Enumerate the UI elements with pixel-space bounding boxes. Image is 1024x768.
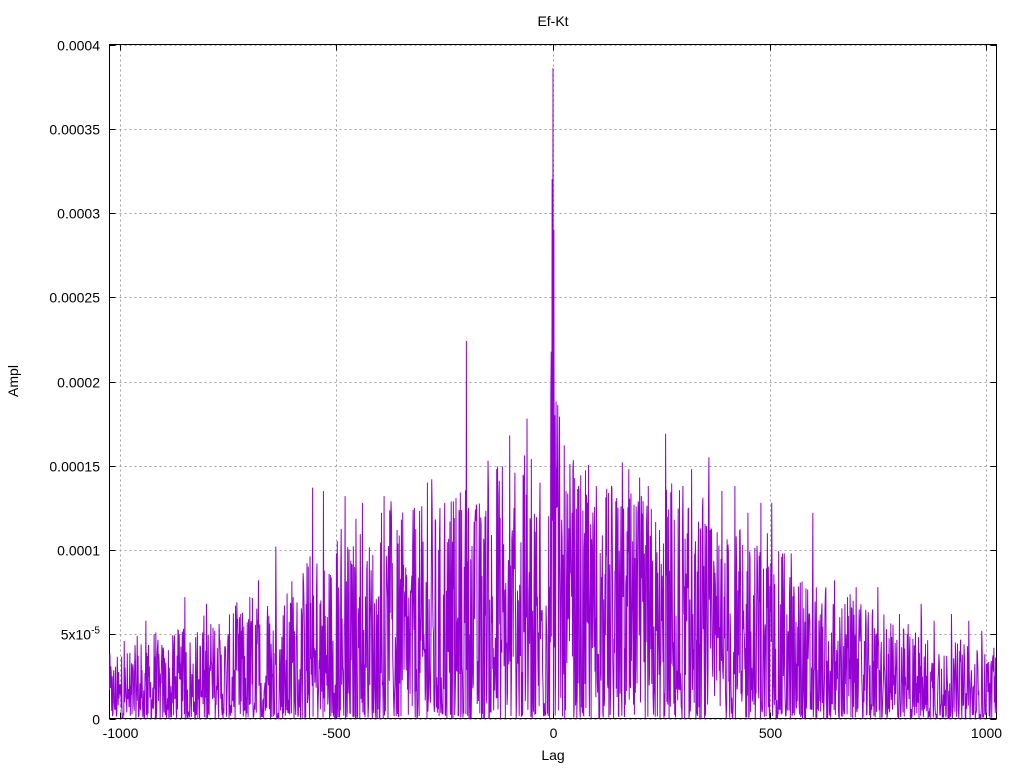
y-tick-label: 0 (92, 712, 100, 728)
x-tick-label: 500 (759, 725, 783, 741)
chart: -1000 -500 0 500 1000 0 5x10-5 0.0001 0.00015 0.… (5, 13, 1003, 763)
x-tick-label: 0 (550, 725, 558, 741)
x-axis-title: Lag (541, 747, 564, 763)
y-tick-label: 0.0003 (57, 206, 100, 222)
y-tick-label: 0.00025 (49, 290, 100, 306)
y-tick-label: 0.00015 (49, 459, 100, 475)
y-tick-label: 0.0001 (57, 543, 100, 559)
x-tick-label: -1000 (103, 725, 139, 741)
y-tick-label: 0.0004 (57, 38, 100, 54)
y-tick-label: 0.00035 (49, 122, 100, 138)
x-tick-label: -500 (322, 725, 350, 741)
series-line (109, 68, 997, 720)
chart-title: Ef-Kt (537, 13, 568, 29)
y-axis-title: Ampl (5, 365, 21, 397)
y-tick-label: 5x10-5 (61, 626, 101, 643)
y-tick-labels: 0 5x10-5 0.0001 0.00015 0.0002 0.00025 0.0003 0… (49, 38, 100, 728)
y-tick-label: 0.0002 (57, 375, 100, 391)
x-tick-labels: -1000 -500 0 500 1000 (103, 725, 1003, 741)
x-tick-label: 1000 (971, 725, 1002, 741)
